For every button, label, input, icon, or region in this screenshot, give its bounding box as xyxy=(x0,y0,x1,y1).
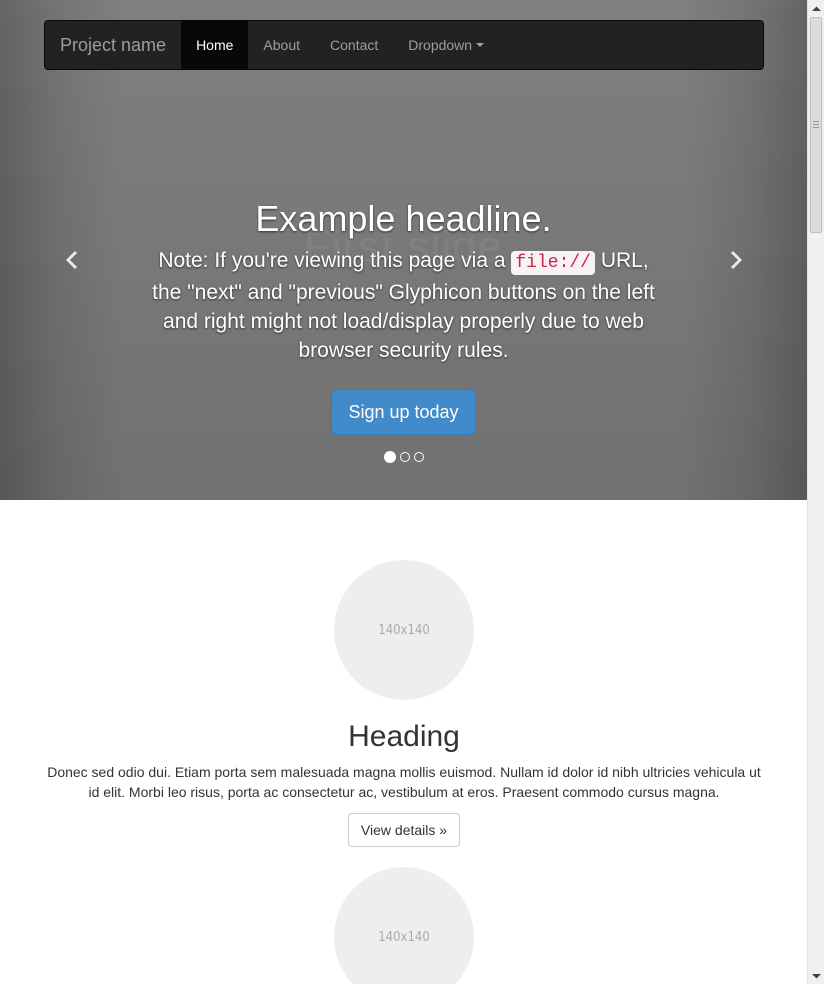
file-protocol-code: file:// xyxy=(511,251,595,275)
carousel-indicator-1[interactable] xyxy=(383,451,396,463)
nav-item-contact[interactable]: Contact xyxy=(315,21,393,69)
vertical-scrollbar[interactable] xyxy=(807,0,824,984)
grip-line xyxy=(813,121,819,122)
placeholder-label: 140x140 xyxy=(378,622,430,638)
grip-line xyxy=(813,124,819,125)
nav-item-label: Home xyxy=(196,37,234,53)
placeholder-image: 140x140 xyxy=(334,560,474,700)
chevron-right-icon xyxy=(731,251,742,269)
carousel: First slide Project name Home About Cont… xyxy=(0,0,807,500)
nav-menu: Home About Contact Dropdown xyxy=(181,21,499,69)
marketing-column-1: 140x140 Heading Donec sed odio dui. Etia… xyxy=(44,560,764,847)
carousel-indicator-2[interactable] xyxy=(399,452,410,462)
triangle-up-icon xyxy=(812,6,821,11)
carousel-note: Note: If you're viewing this page via a … xyxy=(150,246,657,365)
navbar: Project name Home About Contact Dropdown xyxy=(44,20,764,70)
carousel-headline: Example headline. xyxy=(255,198,552,239)
carousel-indicator-3[interactable] xyxy=(413,452,424,462)
nav-item-label: Contact xyxy=(330,37,379,53)
column-heading: Heading xyxy=(348,720,460,753)
view-details-button[interactable]: View details » xyxy=(347,813,461,847)
placeholder-image: 140x140 xyxy=(334,867,474,984)
carousel-caption: Example headline. Note: If you're viewin… xyxy=(150,196,657,435)
caret-down-icon xyxy=(476,43,485,47)
nav-item-label: About xyxy=(263,37,301,53)
carousel-next-control[interactable] xyxy=(722,245,752,275)
scroll-down-arrow-icon[interactable] xyxy=(808,967,824,984)
scroll-up-arrow-icon[interactable] xyxy=(808,0,824,17)
sign-up-button[interactable]: Sign up today xyxy=(331,389,476,435)
page: First slide Project name Home About Cont… xyxy=(0,0,807,984)
nav-item-label: Dropdown xyxy=(408,37,473,53)
triangle-down-icon xyxy=(812,973,821,978)
navbar-brand[interactable]: Project name xyxy=(45,21,181,69)
carousel-prev-control[interactable] xyxy=(56,245,86,275)
marketing-column-2: 140x140 xyxy=(44,867,764,984)
chevron-left-icon xyxy=(66,251,77,269)
note-text-before: Note: If you're viewing this page via a xyxy=(158,249,512,272)
column-body: Donec sed odio dui. Etiam porta sem male… xyxy=(47,764,761,800)
nav-item-home[interactable]: Home xyxy=(181,21,249,69)
nav-item-about[interactable]: About xyxy=(248,21,315,69)
scrollbar-thumb[interactable] xyxy=(810,17,822,233)
placeholder-label: 140x140 xyxy=(378,929,430,945)
nav-item-dropdown[interactable]: Dropdown xyxy=(393,21,499,69)
carousel-indicators xyxy=(0,451,807,463)
grip-line xyxy=(813,127,819,128)
